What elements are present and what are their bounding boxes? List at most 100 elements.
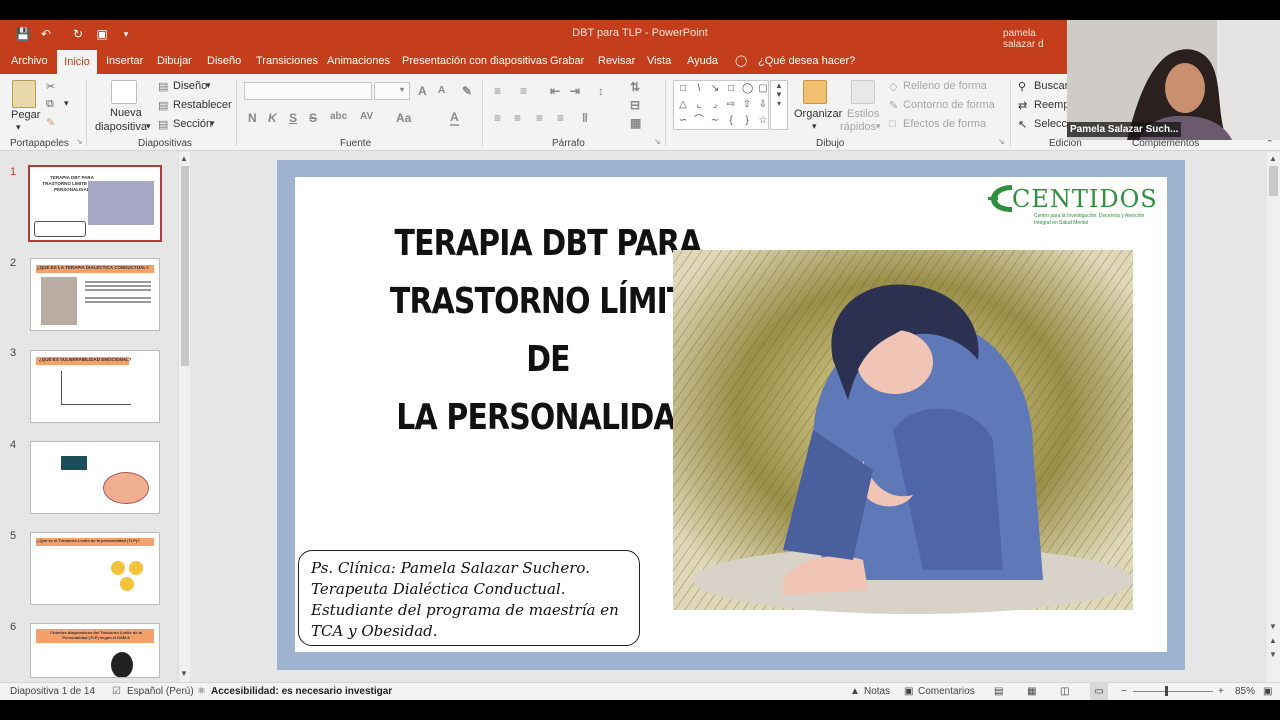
scroll-down-icon[interactable]: ▼ — [1269, 622, 1277, 631]
paste-dropdown-icon[interactable]: ▾ — [16, 122, 21, 133]
format-painter-icon[interactable]: ✎ — [46, 116, 55, 129]
copy-icon[interactable]: ⧉ — [46, 98, 54, 111]
shape-triangle-icon[interactable]: △ — [678, 100, 688, 110]
shape-down-arrow-icon[interactable]: ⇩ — [758, 100, 768, 110]
text-direction-icon[interactable]: ⇅ — [630, 80, 640, 94]
shape-connector-icon[interactable]: ⌞ — [694, 100, 704, 110]
section-button[interactable]: Sección — [173, 118, 212, 130]
paste-button[interactable]: Pegar — [11, 109, 40, 121]
thumbnail-slide-2[interactable]: ¿QUÉ ES LA TERAPIA DIALÉCTICA CONDUCTUAL… — [30, 258, 160, 331]
shape-fill-icon[interactable]: ◇ — [889, 80, 897, 93]
presenter-bio-box[interactable]: Ps. Clínica: Pamela Salazar Suchero. Ter… — [298, 550, 640, 646]
editor-scrollbar[interactable]: ▲ ▼ ▲ ▼ — [1267, 152, 1280, 682]
shape-outline-icon[interactable]: ✎ — [889, 99, 898, 112]
underline-button[interactable]: S — [289, 111, 297, 125]
shapes-more-button[interactable]: ▲ ▼ ▾ — [770, 80, 788, 130]
line-spacing-icon[interactable]: ↕ — [598, 84, 604, 98]
tab-presentacion[interactable]: Presentación con diapositivas — [397, 48, 553, 74]
increase-indent-icon[interactable]: ⇥ — [570, 84, 580, 98]
find-icon[interactable]: ⚲ — [1018, 80, 1026, 93]
select-icon[interactable]: ↖ — [1018, 118, 1027, 131]
shape-right-arrow-icon[interactable]: ⇨ — [726, 100, 736, 110]
paragraph-launcher-icon[interactable]: ↘ — [654, 137, 661, 146]
reset-button[interactable]: Restablecer — [173, 99, 232, 111]
smartart-icon[interactable]: ▦ — [630, 116, 641, 130]
copy-dropdown-icon[interactable]: ▾ — [64, 98, 69, 109]
arrange-icon[interactable] — [803, 80, 827, 104]
scroll-up-icon[interactable]: ▲ — [180, 154, 188, 163]
shape-brace-right-icon[interactable]: } — [742, 116, 752, 126]
columns-icon[interactable]: ‖ — [582, 111, 588, 125]
numbering-icon[interactable]: ≡ — [520, 84, 527, 98]
new-slide-icon[interactable] — [111, 80, 137, 104]
scroll-thumb[interactable] — [1269, 166, 1278, 196]
spellcheck-icon[interactable]: ☑ — [112, 686, 121, 697]
next-slide-icon[interactable]: ▼ — [1269, 650, 1277, 659]
arrange-button[interactable]: Organizar — [794, 108, 842, 120]
zoom-level[interactable]: 85% — [1235, 686, 1255, 697]
char-spacing-button[interactable]: AV — [360, 111, 373, 122]
new-slide-label-1[interactable]: Nueva — [110, 107, 142, 119]
sad-girl-illustration[interactable] — [663, 250, 1139, 616]
tab-insertar[interactable]: Insertar — [101, 48, 148, 74]
thumbnail-slide-5[interactable]: ¿Qué es el Trastorno Límite de la person… — [30, 532, 160, 605]
italic-button[interactable]: K — [268, 111, 277, 125]
shape-effects-icon[interactable]: □ — [889, 118, 896, 130]
slide-sorter-icon[interactable]: ▦ — [1027, 686, 1036, 697]
shape-rectangle-icon[interactable]: □ — [726, 84, 736, 94]
shape-line-icon[interactable]: \ — [694, 84, 704, 94]
font-size-combo[interactable] — [374, 82, 410, 100]
shape-curve-icon[interactable]: ∽ — [678, 116, 688, 126]
shadow-button[interactable]: abc — [330, 111, 347, 122]
shape-rounded-rect-icon[interactable]: ▢ — [758, 84, 768, 94]
font-size-dropdown-icon[interactable]: ▾ — [400, 85, 404, 94]
zoom-in-icon[interactable]: + — [1218, 686, 1224, 697]
reset-icon[interactable]: ▤ — [158, 99, 168, 112]
normal-view-icon[interactable]: ▤ — [994, 686, 1003, 697]
shape-oval-icon[interactable]: ◯ — [742, 84, 753, 94]
thumbnail-slide-3[interactable]: ¿QUÉ ES VULNERABILIDAD EMOCIONAL? — [30, 350, 160, 423]
tab-dibujar[interactable]: Dibujar — [152, 48, 197, 74]
tab-revisar[interactable]: Revisar — [593, 48, 640, 74]
quick-styles-icon[interactable] — [851, 80, 875, 104]
slideshow-view-icon[interactable]: ▭ — [1090, 683, 1108, 700]
fit-to-window-icon[interactable]: ▣ — [1263, 686, 1272, 697]
bold-button[interactable]: N — [248, 111, 257, 125]
font-color-button[interactable]: A — [450, 110, 459, 126]
font-name-combo[interactable] — [244, 82, 372, 100]
paste-icon[interactable] — [12, 80, 36, 108]
notes-button[interactable]: Notas — [864, 686, 890, 697]
scroll-down-icon[interactable]: ▼ — [180, 669, 188, 678]
language-status[interactable]: Español (Perú) — [127, 686, 194, 697]
quick-styles-label-2[interactable]: rápidos — [840, 121, 876, 133]
drawing-launcher-icon[interactable]: ↘ — [998, 137, 1005, 146]
shape-arrow-icon[interactable]: ↘ — [710, 84, 720, 94]
account-name[interactable]: pamela salazar d — [1003, 28, 1067, 50]
tab-vista[interactable]: Vista — [642, 48, 676, 74]
layout-icon[interactable]: ▤ — [158, 80, 168, 93]
arrange-dropdown-icon[interactable]: ▾ — [812, 121, 817, 132]
shapes-gallery[interactable]: □ \ ↘ □ ◯ ▢ △ ⌞ ⌟ ⇨ ⇧ ⇩ ∽ ⌒ ∼ { } ☆ — [673, 80, 769, 130]
shape-arc-icon[interactable]: ⌒ — [694, 116, 704, 126]
accessibility-icon[interactable]: ⚛ — [197, 686, 206, 697]
section-icon[interactable]: ▤ — [158, 118, 168, 131]
layout-dropdown-icon[interactable]: ▾ — [206, 80, 211, 91]
justify-icon[interactable]: ≡ — [557, 111, 564, 125]
change-case-button[interactable]: Aa — [396, 111, 411, 125]
align-left-icon[interactable]: ≡ — [494, 111, 501, 125]
comments-icon[interactable]: ▣ — [904, 686, 913, 697]
shape-wave-icon[interactable]: ∼ — [710, 116, 720, 126]
zoom-out-icon[interactable]: − — [1121, 686, 1127, 697]
comments-button[interactable]: Comentarios — [918, 686, 975, 697]
shape-textbox-icon[interactable]: □ — [678, 84, 688, 94]
new-slide-label-2[interactable]: diapositiva — [95, 121, 147, 133]
shape-brace-left-icon[interactable]: { — [726, 116, 736, 126]
strikethrough-button[interactable]: S — [309, 111, 317, 125]
new-slide-dropdown-icon[interactable]: ▾ — [146, 121, 151, 132]
align-right-icon[interactable]: ≡ — [536, 111, 543, 125]
zoom-slider-thumb[interactable] — [1165, 686, 1168, 696]
align-center-icon[interactable]: ≡ — [514, 111, 521, 125]
clipboard-launcher-icon[interactable]: ↘ — [76, 137, 83, 146]
shape-up-arrow-icon[interactable]: ⇧ — [742, 100, 752, 110]
tab-transiciones[interactable]: Transiciones — [251, 48, 323, 74]
